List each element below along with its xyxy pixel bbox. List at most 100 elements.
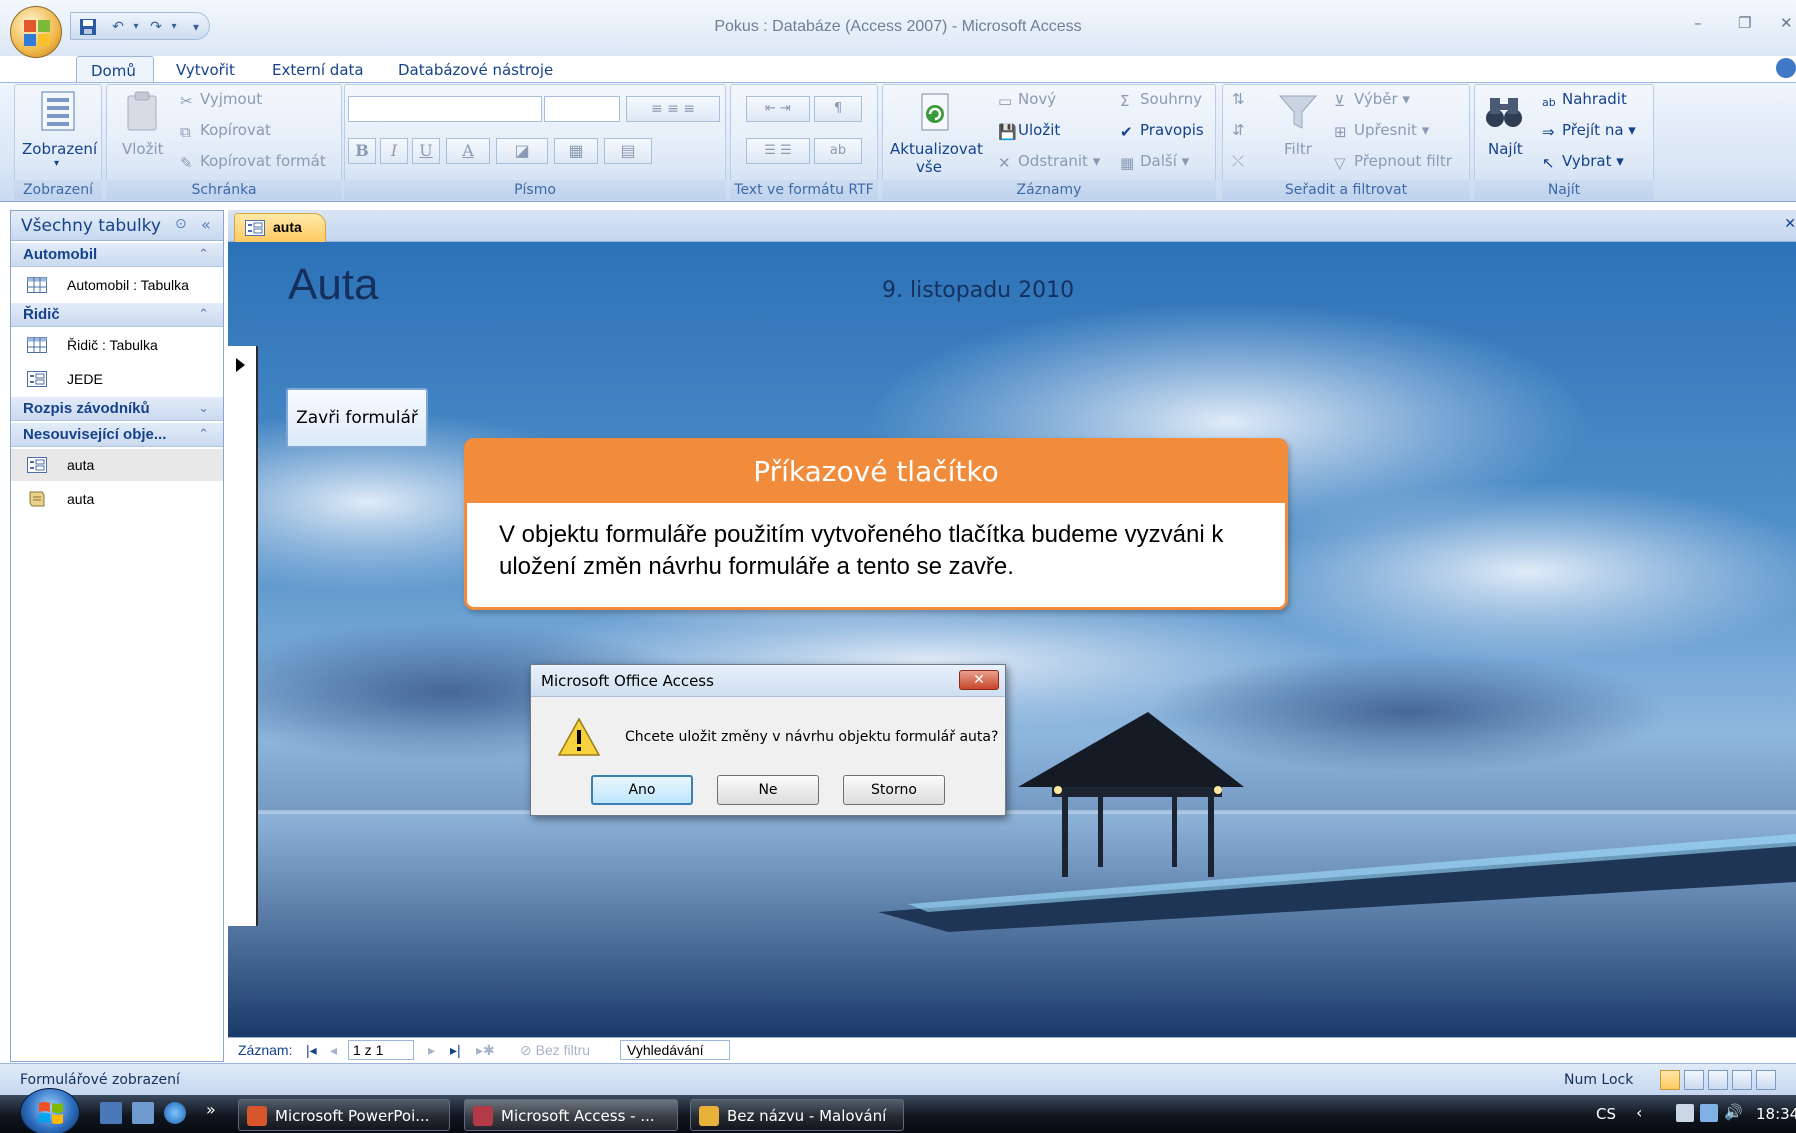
sort-ascending-icon[interactable]: ⇅ [1232,90,1245,108]
first-record-icon[interactable]: |◂ [306,1042,317,1059]
bold-button[interactable]: B [348,138,376,164]
find-button[interactable]: Najít [1488,140,1523,158]
new-record-nav-icon[interactable]: ▸✱ [476,1042,495,1059]
powerpoint-icon [247,1106,267,1126]
close-dialog-icon[interactable]: ✕ [959,670,999,690]
help-icon[interactable] [1776,58,1796,78]
highlight-button[interactable]: ab [814,138,862,164]
clear-sort-icon[interactable]: ⤬ [1232,152,1244,170]
internet-explorer-icon[interactable] [164,1102,186,1124]
fill-color-button[interactable]: ◪ [496,138,548,164]
view-dropdown-icon[interactable]: ▾ [54,158,59,169]
selection-button[interactable]: ⊻ Výběr ▾ [1334,90,1410,110]
alternate-fill-button[interactable]: ▤ [604,138,652,164]
more-quick-launch-icon[interactable]: » [206,1100,216,1119]
new-record-icon: ▭ [998,92,1013,110]
save-record-button[interactable]: 💾Uložit [998,121,1060,141]
pivot-table-view-icon[interactable] [1708,1070,1728,1090]
align-buttons[interactable]: ≡ ≡ ≡ [626,96,720,122]
delete-record-button[interactable]: ✕ Odstranit ▾ [998,152,1100,172]
nav-menu-dropdown-icon[interactable]: ⊙ [175,216,187,232]
italic-button[interactable]: I [380,138,408,164]
nav-item-jede[interactable]: JEDE [11,363,223,395]
search-input[interactable]: Vyhledávání [620,1040,730,1060]
refresh-all-icon [921,93,949,131]
volume-icon[interactable]: 🔊 [1724,1103,1743,1121]
toggle-filter-button[interactable]: ▽ Přepnout filtr [1334,152,1452,172]
gridlines-button[interactable]: ▦ [554,138,598,164]
clock[interactable]: 18:34 [1756,1105,1796,1123]
nav-item-auta-form[interactable]: auta [11,449,223,481]
close-window-icon[interactable]: ✕ [1780,14,1793,32]
restore-icon[interactable]: ❐ [1738,14,1751,32]
font-size-select[interactable] [544,96,620,122]
copy-button[interactable]: ⧉ Kopírovat [180,121,271,141]
nav-item-ridic-tabulka[interactable]: Řidič : Tabulka [11,329,223,361]
no-filter-label: Bez filtru [535,1042,591,1058]
current-record-field[interactable]: 1 z 1 [348,1040,414,1060]
underline-button[interactable]: U [412,138,440,164]
document-tab-auta[interactable]: auta [234,213,326,242]
refresh-all-button[interactable]: Aktualizovat [890,140,983,158]
format-painter-button[interactable]: ✎ Kopírovat formát [180,152,326,172]
view-button[interactable]: Zobrazení [22,140,97,158]
close-form-button[interactable]: Zavři formulář [286,388,428,448]
select-button[interactable]: ↖ Vybrat ▾ [1542,152,1624,172]
nav-item-automobil-tabulka[interactable]: Automobil : Tabulka [11,269,223,301]
font-name-select[interactable] [348,96,542,122]
pivot-chart-view-icon[interactable] [1732,1070,1752,1090]
group-label-pismo: Písmo [344,180,726,200]
no-filter-button[interactable]: ⊘ Bez filtru [520,1042,590,1059]
cancel-button[interactable]: Storno [843,775,945,805]
tab-domu[interactable]: Domů [76,56,154,84]
network-icon[interactable] [1700,1104,1718,1122]
collapse-pane-icon[interactable]: « [201,215,211,234]
tray-expand-icon[interactable]: ‹ [1636,1103,1642,1122]
tab-databazove-nastroje[interactable]: Databázové nástroje [384,56,567,84]
cut-button[interactable]: ✂ Vyjmout [180,90,262,110]
minimize-icon[interactable]: – [1694,14,1702,32]
tray-app-icon[interactable] [1676,1104,1694,1122]
nav-group-ridic[interactable]: Řidič ⌃ [11,303,223,327]
nav-item-auta-report[interactable]: auta [11,483,223,515]
previous-record-icon[interactable]: ◂ [330,1042,337,1059]
tab-externi-data[interactable]: Externí data [258,56,378,84]
filter-button[interactable]: Filtr [1284,140,1312,158]
nav-group-nesouvisejici[interactable]: Nesouvisející obje... ⌃ [11,423,223,447]
sort-descending-icon[interactable]: ⇵ [1232,121,1245,139]
switch-windows-icon[interactable] [132,1102,154,1124]
start-button[interactable] [20,1088,80,1133]
indent-buttons[interactable]: ⇤ ⇥ [746,96,810,122]
no-button[interactable]: Ne [717,775,819,805]
new-record-button[interactable]: ▭ Nový [998,90,1056,110]
advanced-filter-button[interactable]: ⊞ Upřesnit ▾ [1334,121,1429,141]
last-record-icon[interactable]: ▸| [450,1042,461,1059]
datasheet-view-icon[interactable] [1684,1070,1704,1090]
taskbar-paint[interactable]: Bez názvu - Malování [690,1099,904,1131]
show-desktop-icon[interactable] [100,1102,122,1124]
record-selector[interactable] [228,346,258,926]
form-view-icon[interactable] [1660,1070,1680,1090]
totals-button[interactable]: Σ Souhrny [1120,90,1202,110]
office-button[interactable] [10,6,62,58]
layout-view-icon[interactable] [1756,1070,1776,1090]
nav-pane-header[interactable]: Všechny tabulky ⊙ « [11,211,223,241]
spelling-button[interactable]: ✔ Pravopis [1120,121,1204,141]
close-document-icon[interactable]: ✕ [1784,216,1796,232]
yes-button[interactable]: Ano [591,775,693,805]
taskbar-access[interactable]: Microsoft Access - ... [464,1099,678,1131]
list-buttons[interactable]: ☰ ☰ [746,138,810,164]
replace-button[interactable]: ab Nahradit [1542,90,1627,112]
tab-vytvorit[interactable]: Vytvořit [162,56,249,84]
nav-group-automobil[interactable]: Automobil ⌃ [11,243,223,267]
more-button[interactable]: ▦ Další ▾ [1120,152,1189,172]
paste-button[interactable]: Vložit [122,140,164,158]
taskbar-powerpoint[interactable]: Microsoft PowerPoi... [238,1099,450,1131]
font-color-button[interactable]: A [446,138,490,164]
more-grid-icon: ▦ [1120,154,1135,172]
nav-group-rozpis-zavodniku[interactable]: Rozpis závodníků ⌄ [11,397,223,421]
goto-button[interactable]: ⇒ Přejít na ▾ [1542,121,1636,141]
rtl-button[interactable]: ¶ [814,96,862,122]
language-indicator[interactable]: CS [1596,1105,1616,1123]
next-record-icon[interactable]: ▸ [428,1042,435,1059]
